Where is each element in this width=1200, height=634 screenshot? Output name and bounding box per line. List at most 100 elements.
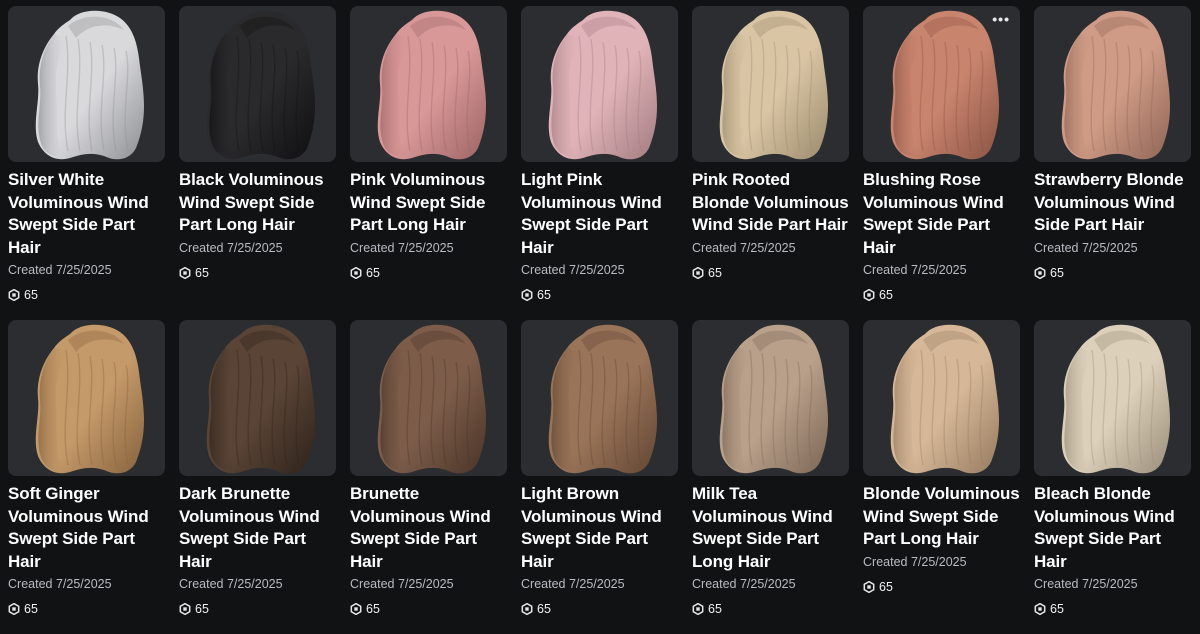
- item-price: 65: [1034, 266, 1191, 280]
- more-options-icon[interactable]: •••: [992, 12, 1010, 26]
- item-price: 65: [350, 266, 507, 280]
- hair-preview-image: [35, 10, 145, 160]
- item-thumbnail[interactable]: [350, 6, 507, 162]
- robux-icon: [521, 289, 533, 301]
- robux-icon: [1034, 603, 1046, 615]
- robux-icon: [692, 266, 704, 279]
- item-name[interactable]: Bleach Blonde Voluminous Wind Swept Side…: [1034, 483, 1191, 573]
- item-created-date: Created 7/25/2025: [521, 263, 625, 277]
- robux-icon: [521, 603, 533, 615]
- item-created-date: Created 7/25/2025: [350, 240, 454, 255]
- item-price: 65: [8, 288, 165, 302]
- item-name[interactable]: Pink Voluminous Wind Swept Side Part Lon…: [350, 169, 507, 237]
- price-value: 65: [24, 288, 38, 302]
- robux-icon: [350, 266, 362, 279]
- catalog-item-card[interactable]: Black Voluminous Wind Swept Side Part Lo…: [179, 6, 336, 320]
- item-created-date: Created 7/25/2025: [692, 240, 796, 255]
- item-name[interactable]: Silver White Voluminous Wind Swept Side …: [8, 169, 165, 259]
- item-name[interactable]: Light Pink Voluminous Wind Swept Side Pa…: [521, 169, 678, 259]
- price-value: 65: [879, 579, 893, 594]
- item-name[interactable]: Blonde Voluminous Wind Swept Side Part L…: [863, 483, 1020, 551]
- robux-icon: [863, 289, 875, 301]
- price-value: 65: [1050, 265, 1064, 280]
- price-value: 65: [879, 288, 893, 302]
- catalog-item-card[interactable]: Light Pink Voluminous Wind Swept Side Pa…: [521, 6, 678, 320]
- item-thumbnail[interactable]: [692, 6, 849, 162]
- robux-icon: [863, 580, 875, 593]
- item-price: 65: [863, 288, 1020, 302]
- robux-icon: [8, 603, 20, 615]
- robux-icon: [8, 289, 20, 301]
- item-thumbnail[interactable]: [350, 320, 507, 476]
- item-price: 65: [8, 602, 165, 616]
- catalog-item-card[interactable]: Light Brown Voluminous Wind Swept Side P…: [521, 320, 678, 634]
- price-value: 65: [366, 602, 380, 616]
- catalog-item-card[interactable]: Brunette Voluminous Wind Swept Side Part…: [350, 320, 507, 634]
- item-name[interactable]: Brunette Voluminous Wind Swept Side Part…: [350, 483, 507, 573]
- price-value: 65: [708, 265, 722, 280]
- hair-preview-image: [35, 324, 145, 474]
- hair-preview-image: [719, 10, 828, 160]
- catalog-item-card[interactable]: Dark Brunette Voluminous Wind Swept Side…: [179, 320, 336, 634]
- catalog-item-card[interactable]: Bleach Blonde Voluminous Wind Swept Side…: [1034, 320, 1191, 634]
- hair-preview-image: [377, 10, 486, 160]
- item-thumbnail[interactable]: [863, 320, 1020, 476]
- hair-preview-image: [206, 324, 315, 474]
- price-value: 65: [195, 602, 209, 616]
- item-created-date: Created 7/25/2025: [350, 577, 454, 591]
- item-created-date: Created 7/25/2025: [179, 577, 283, 591]
- item-thumbnail[interactable]: •••: [863, 6, 1020, 162]
- price-value: 65: [366, 265, 380, 280]
- catalog-item-card[interactable]: Blonde Voluminous Wind Swept Side Part L…: [863, 320, 1020, 634]
- item-thumbnail[interactable]: [521, 320, 678, 476]
- hair-preview-image: [1061, 324, 1170, 474]
- robux-icon: [179, 266, 191, 279]
- item-created-date: Created 7/25/2025: [863, 263, 967, 277]
- item-price: 65: [521, 602, 678, 616]
- item-created-date: Created 7/25/2025: [692, 577, 796, 591]
- item-thumbnail[interactable]: [692, 320, 849, 476]
- catalog-item-card[interactable]: Strawberry Blonde Voluminous Wind Side P…: [1034, 6, 1191, 320]
- hair-preview-image: [548, 10, 657, 160]
- hair-preview-image: [890, 10, 999, 160]
- price-value: 65: [537, 288, 551, 302]
- catalog-grid: Silver White Voluminous Wind Swept Side …: [8, 6, 1191, 634]
- item-name[interactable]: Soft Ginger Voluminous Wind Swept Side P…: [8, 483, 165, 573]
- catalog-item-card[interactable]: Milk Tea Voluminous Wind Swept Side Part…: [692, 320, 849, 634]
- item-name[interactable]: Pink Rooted Blonde Voluminous Wind Side …: [692, 169, 849, 237]
- item-created-date: Created 7/25/2025: [863, 554, 967, 569]
- item-created-date: Created 7/25/2025: [8, 263, 112, 277]
- item-name[interactable]: Strawberry Blonde Voluminous Wind Side P…: [1034, 169, 1191, 237]
- item-created-date: Created 7/25/2025: [1034, 240, 1138, 255]
- item-created-date: Created 7/25/2025: [179, 240, 283, 255]
- item-created-date: Created 7/25/2025: [521, 577, 625, 591]
- catalog-item-card[interactable]: Pink Voluminous Wind Swept Side Part Lon…: [350, 6, 507, 320]
- catalog-item-card[interactable]: Pink Rooted Blonde Voluminous Wind Side …: [692, 6, 849, 320]
- catalog-item-card[interactable]: ••• Blushing Rose Voluminous Wind Swept S…: [863, 6, 1020, 320]
- item-price: 65: [1034, 602, 1191, 616]
- robux-icon: [350, 603, 362, 615]
- item-thumbnail[interactable]: [1034, 6, 1191, 162]
- price-value: 65: [24, 602, 38, 616]
- item-price: 65: [350, 602, 507, 616]
- item-thumbnail[interactable]: [1034, 320, 1191, 476]
- hair-preview-image: [377, 324, 486, 474]
- item-name[interactable]: Blushing Rose Voluminous Wind Swept Side…: [863, 169, 1020, 259]
- item-thumbnail[interactable]: [8, 320, 165, 476]
- robux-icon: [692, 603, 704, 615]
- item-thumbnail[interactable]: [179, 6, 336, 162]
- item-name[interactable]: Black Voluminous Wind Swept Side Part Lo…: [179, 169, 336, 237]
- price-value: 65: [1050, 602, 1064, 616]
- price-value: 65: [537, 602, 551, 616]
- item-price: 65: [179, 602, 336, 616]
- item-thumbnail[interactable]: [521, 6, 678, 162]
- robux-icon: [1034, 266, 1046, 279]
- item-name[interactable]: Light Brown Voluminous Wind Swept Side P…: [521, 483, 678, 573]
- item-name[interactable]: Dark Brunette Voluminous Wind Swept Side…: [179, 483, 336, 573]
- item-thumbnail[interactable]: [179, 320, 336, 476]
- catalog-item-card[interactable]: Silver White Voluminous Wind Swept Side …: [8, 6, 165, 320]
- item-thumbnail[interactable]: [8, 6, 165, 162]
- catalog-item-card[interactable]: Soft Ginger Voluminous Wind Swept Side P…: [8, 320, 165, 634]
- hair-preview-image: [719, 324, 828, 474]
- item-name[interactable]: Milk Tea Voluminous Wind Swept Side Part…: [692, 483, 849, 573]
